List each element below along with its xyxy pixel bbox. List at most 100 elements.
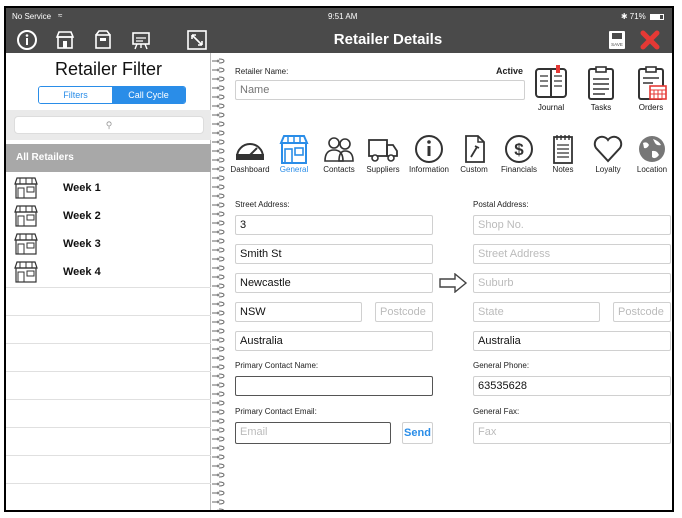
all-retailers-header[interactable]: All Retailers [6,144,211,172]
tasks-icon [588,66,614,100]
spiral-ring [211,354,225,362]
carrier-label: No Service [12,12,52,21]
dollar-icon: $ [505,135,533,163]
save-icon-label: SAVE [611,42,623,47]
general-phone-field[interactable]: 63535628 [473,376,671,396]
battery-indicator: ✱ 71% [621,12,664,21]
spiral-ring [211,147,225,155]
street-line1-field[interactable]: 3 [235,215,433,235]
resize-icon[interactable] [186,29,208,51]
primary-contact-email-label: Primary Contact Email: [235,407,317,416]
tasks-label: Tasks [590,103,612,112]
general-fax-field[interactable]: Fax [473,422,671,444]
tab-suppliers[interactable]: Suppliers [361,133,405,177]
store-icon [14,261,38,283]
dashboard-icon [235,143,265,160]
box-icon[interactable] [92,29,114,51]
battery-label: 71% [629,12,646,21]
street-state-field[interactable]: NSW [235,302,362,322]
truck-icon [368,139,398,162]
general-fax-label: General Fax: [473,407,520,416]
status-badge: Active [496,66,524,76]
spiral-ring [211,102,225,110]
tab-filters[interactable]: Filters [39,87,112,103]
spiral-ring [211,363,225,371]
close-icon[interactable] [639,29,661,51]
list-item[interactable]: Week 3 [14,231,204,257]
tab-notes[interactable]: Notes [541,133,585,177]
spiral-ring [211,489,225,497]
primary-contact-name-field[interactable] [235,376,433,396]
spiral-ring [211,480,225,488]
copy-address-arrow-icon[interactable] [438,272,468,294]
search-icon: ⚲ [105,120,113,130]
spiral-ring [211,156,225,164]
street-suburb-field[interactable]: Newcastle [235,273,433,293]
list-item[interactable]: Week 4 [14,259,204,285]
spiral-ring [211,120,225,128]
send-button[interactable]: Send [402,422,433,444]
bluetooth-icon: ✱ [620,12,628,21]
street-postcode-field[interactable]: Postcode [375,302,433,322]
spiral-ring [211,84,225,92]
page-title: Retailer Details [333,31,443,48]
globe-icon [639,136,665,162]
spiral-ring [211,111,225,119]
spiral-ring [211,336,225,344]
postal-state-field[interactable]: State [473,302,600,322]
spiral-ring [211,318,225,326]
search-input[interactable]: ⚲ [14,116,204,134]
spiral-ring [211,246,225,254]
notes-icon [553,135,573,164]
journal-button[interactable]: Journal [531,65,571,113]
list-divider [6,483,211,484]
list-item-label: Week 3 [63,238,101,250]
battery-icon [650,14,664,20]
list-item[interactable]: Week 2 [14,203,204,229]
email-field[interactable]: Email [235,422,391,444]
list-divider [6,315,211,316]
store-icon [279,135,309,164]
spiral-ring [211,453,225,461]
spiral-ring [211,93,225,101]
store-icon [14,177,38,199]
tab-location[interactable]: Location [630,133,672,177]
tab-information[interactable]: Information [407,133,451,177]
postal-suburb-field[interactable]: Suburb [473,273,671,293]
spiral-ring [211,183,225,191]
svg-text:$: $ [514,140,524,159]
list-divider [6,399,211,400]
list-divider [6,343,211,344]
spiral-ring [211,237,225,245]
postal-address-label: Postal Address: [473,200,529,209]
retailer-name-field[interactable] [235,80,525,100]
tab-call-cycle[interactable]: Call Cycle [112,87,185,103]
list-divider [6,511,211,512]
orders-button[interactable]: Orders [631,65,671,113]
spiral-ring [211,471,225,479]
retailer-details-panel: Retailer Name: Active Journal Tasks Orde… [225,53,672,510]
tasks-button[interactable]: Tasks [581,65,621,113]
street-country-field[interactable]: Australia [235,331,433,351]
list-item[interactable]: Week 1 [14,175,204,201]
tab-general[interactable]: General [272,133,316,177]
projector-icon[interactable] [130,29,152,51]
spiral-ring [211,57,225,65]
postal-street-field[interactable]: Street Address [473,244,671,264]
primary-contact-name-label: Primary Contact Name: [235,361,319,370]
list-divider [6,455,211,456]
spiral-ring [211,498,225,506]
tab-custom[interactable]: Custom [452,133,496,177]
street-line2-field[interactable]: Smith St [235,244,433,264]
spiral-ring [211,390,225,398]
store-icon[interactable] [54,29,76,51]
save-icon[interactable]: SAVE [606,29,628,51]
postal-country-field[interactable]: Australia [473,331,671,351]
spiral-ring [211,426,225,434]
info-icon[interactable] [16,29,38,51]
contacts-icon [324,137,354,162]
postal-postcode-field[interactable]: Postcode [613,302,671,322]
spiral-ring [211,174,225,182]
spiral-ring [211,210,225,218]
postal-shop-field[interactable]: Shop No. [473,215,671,235]
